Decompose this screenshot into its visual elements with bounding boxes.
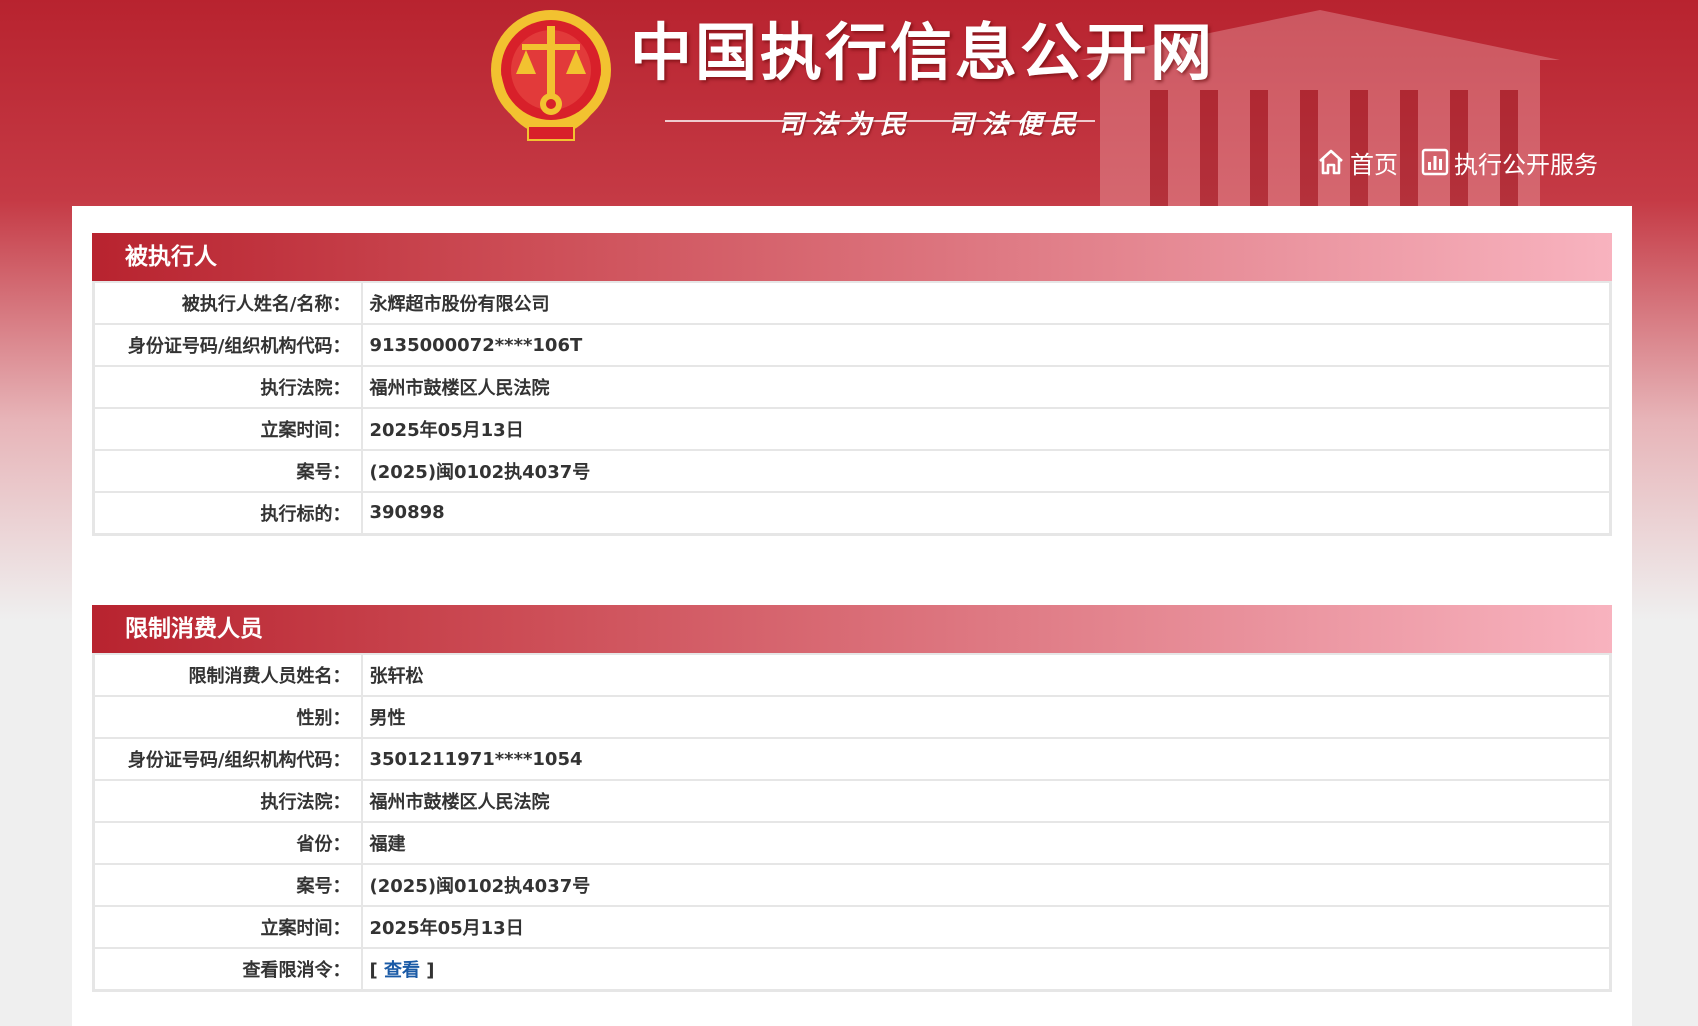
- row-label: 案号：: [92, 449, 363, 493]
- table-row: 执行标的： 390898: [92, 491, 1612, 535]
- table-row: 性别： 男性: [92, 695, 1612, 739]
- row-label: 被执行人姓名/名称：: [92, 281, 363, 325]
- site-title: 中国执行信息公开网: [630, 16, 1216, 89]
- row-value: 2025年05月13日: [360, 905, 1612, 949]
- nav-execution-service-label: 执行公开服务: [1454, 150, 1598, 179]
- row-label: 执行法院：: [92, 365, 363, 409]
- row-value: 9135000072****106T: [360, 323, 1612, 367]
- court-emblem-icon: [491, 10, 611, 141]
- row-label: 性别：: [92, 695, 363, 739]
- table-row: 执行法院： 福州市鼓楼区人民法院: [92, 779, 1612, 823]
- table-row: 立案时间： 2025年05月13日: [92, 905, 1612, 949]
- table-row: 案号： (2025)闽0102执4037号: [92, 863, 1612, 907]
- site-slogan: 司法为民 司法便民: [778, 110, 1085, 140]
- row-value: 福建: [360, 821, 1612, 865]
- table-row: 立案时间： 2025年05月13日: [92, 407, 1612, 451]
- bracket-close: ]: [426, 959, 435, 981]
- row-label: 查看限消令：: [92, 947, 363, 991]
- row-label: 立案时间：: [92, 905, 363, 949]
- row-label: 执行法院：: [92, 779, 363, 823]
- content-panel: 被执行人 被执行人姓名/名称： 永辉超市股份有限公司 身份证号码/组织机构代码：…: [72, 206, 1632, 1026]
- row-label: 案号：: [92, 863, 363, 907]
- row-value: 福州市鼓楼区人民法院: [360, 779, 1612, 823]
- executed-person-section-title: 被执行人: [92, 233, 1612, 281]
- restricted-consumer-table: 限制消费人员姓名： 张轩松 性别： 男性 身份证号码/组织机构代码： 35012…: [92, 653, 1612, 992]
- chart-icon: [1421, 148, 1449, 176]
- view-restriction-order-link[interactable]: 查看: [384, 960, 420, 981]
- table-row: 身份证号码/组织机构代码： 9135000072****106T: [92, 323, 1612, 367]
- table-row: 案号： (2025)闽0102执4037号: [92, 449, 1612, 493]
- row-value: 3501211971****1054: [360, 737, 1612, 781]
- table-row: 身份证号码/组织机构代码： 3501211971****1054: [92, 737, 1612, 781]
- row-label: 执行标的：: [92, 491, 363, 535]
- nav-home-label: 首页: [1350, 150, 1398, 179]
- row-label: 省份：: [92, 821, 363, 865]
- table-row: 被执行人姓名/名称： 永辉超市股份有限公司: [92, 281, 1612, 325]
- table-row: 查看限消令： [ 查看 ]: [92, 947, 1612, 991]
- restricted-consumer-section-title: 限制消费人员: [92, 605, 1612, 653]
- row-label: 限制消费人员姓名：: [92, 653, 363, 697]
- row-value: 张轩松: [360, 653, 1612, 697]
- row-value: (2025)闽0102执4037号: [360, 863, 1612, 907]
- table-row: 省份： 福建: [92, 821, 1612, 865]
- row-value: 390898: [360, 491, 1612, 535]
- table-row: 执行法院： 福州市鼓楼区人民法院: [92, 365, 1612, 409]
- row-label: 身份证号码/组织机构代码：: [92, 323, 363, 367]
- row-value: 男性: [360, 695, 1612, 739]
- row-label: 立案时间：: [92, 407, 363, 451]
- executed-person-table: 被执行人姓名/名称： 永辉超市股份有限公司 身份证号码/组织机构代码： 9135…: [92, 281, 1612, 536]
- bracket-open: [: [369, 959, 378, 981]
- row-value: (2025)闽0102执4037号: [360, 449, 1612, 493]
- row-value: 永辉超市股份有限公司: [360, 281, 1612, 325]
- nav-execution-service-link[interactable]: 执行公开服务: [1420, 144, 1598, 180]
- row-value: 2025年05月13日: [360, 407, 1612, 451]
- site-header: 中国执行信息公开网 司法为民 司法便民 首页 执行公开服务: [0, 0, 1698, 206]
- row-label: 身份证号码/组织机构代码：: [92, 737, 363, 781]
- table-row: 限制消费人员姓名： 张轩松: [92, 653, 1612, 697]
- executed-person-section: 被执行人 被执行人姓名/名称： 永辉超市股份有限公司 身份证号码/组织机构代码：…: [92, 233, 1612, 536]
- nav-home-link[interactable]: 首页: [1316, 144, 1398, 180]
- row-value: [ 查看 ]: [360, 947, 1612, 991]
- restricted-consumer-section: 限制消费人员 限制消费人员姓名： 张轩松 性别： 男性 身份证号码/组织机构代码…: [92, 605, 1612, 992]
- row-value: 福州市鼓楼区人民法院: [360, 365, 1612, 409]
- home-icon: [1319, 149, 1343, 175]
